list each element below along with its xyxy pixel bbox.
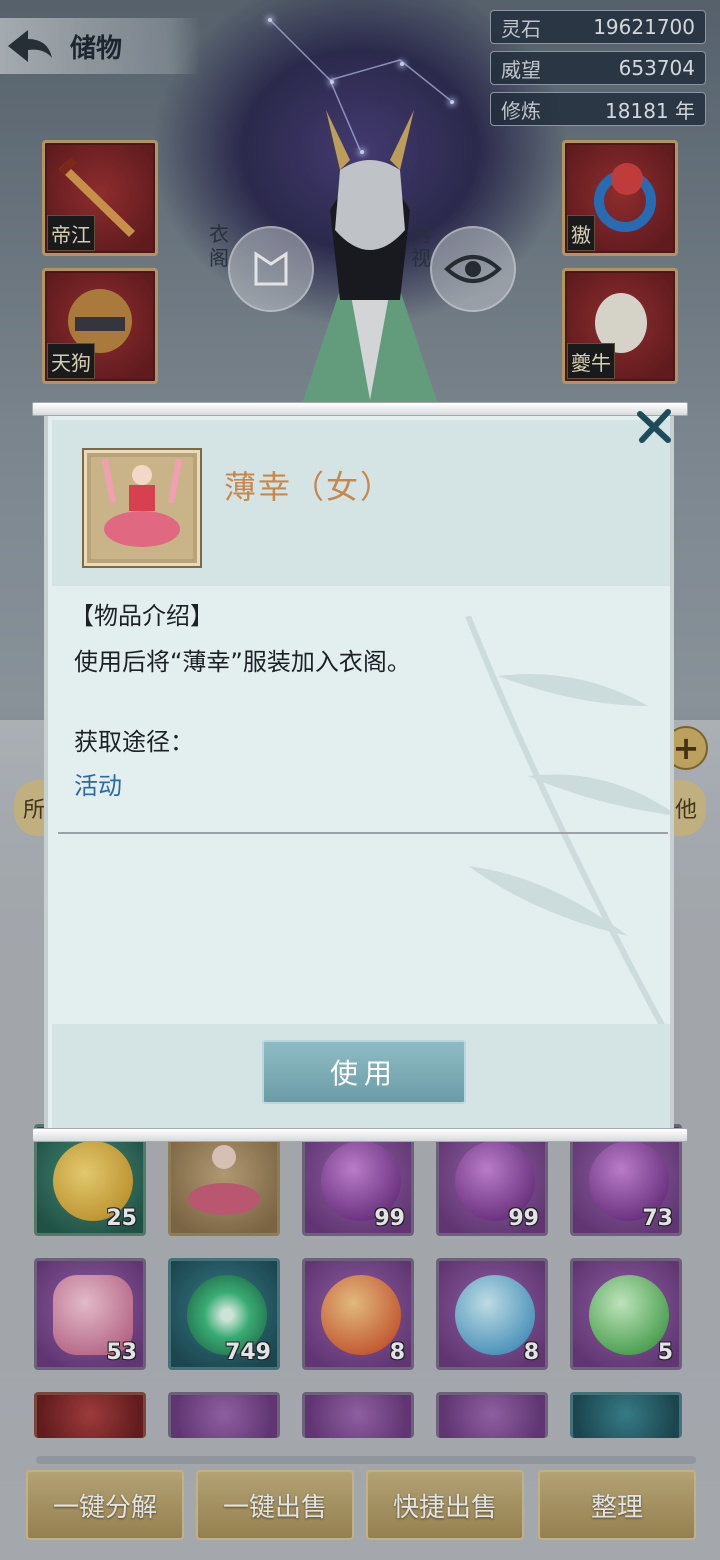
dialog-header: 薄幸（女） <box>52 420 670 586</box>
scroll-rod-top <box>32 402 688 416</box>
scroll-rod-bottom <box>32 1128 688 1142</box>
item-intro-heading: 【物品介绍】 <box>70 602 214 630</box>
divider <box>58 832 668 834</box>
dialog-footer: 使用 <box>52 1024 670 1128</box>
bamboo-decoration <box>465 616 670 1036</box>
acquire-source-link[interactable]: 活动 <box>74 766 122 801</box>
item-icon-frame <box>84 450 200 566</box>
acquire-heading: 获取途径： <box>74 728 194 756</box>
item-detail-dialog: 薄幸（女） 【物品介绍】 使用后将“薄幸”服装加入衣阁。 获取途径： 活动 使用 <box>44 416 674 1128</box>
item-description: 使用后将“薄幸”服装加入衣阁。 <box>74 648 411 676</box>
use-button[interactable]: 使用 <box>262 1040 466 1104</box>
use-button-label: 使用 <box>329 1057 398 1090</box>
item-name: 薄幸（女） <box>224 468 395 506</box>
costume-icon <box>91 457 193 559</box>
close-button[interactable] <box>632 404 676 448</box>
close-icon <box>637 409 671 443</box>
